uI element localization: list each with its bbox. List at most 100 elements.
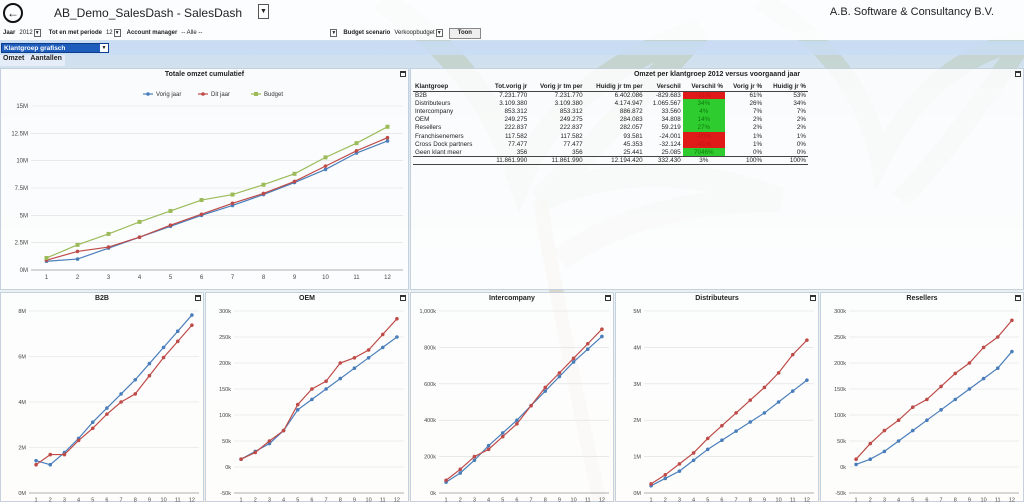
x-tick-label: 11: [995, 498, 1001, 502]
data-point: [76, 438, 81, 443]
data-point: [776, 371, 781, 375]
data-point: [472, 458, 477, 463]
distributeurs-chart-panel: Distributeurs 0M 1M 2M 3M 4M 5M 1 2 3 4 5 6 7 8 9 10 11 1…: [615, 292, 819, 502]
table-row: Franchisenemers 117.582 117.582 93.581 -24.0…: [413, 131, 808, 141]
data-point: [175, 329, 180, 334]
table-cell: 7.231.770: [554, 91, 583, 99]
klantgroep-select-value: Klantgroep grafisch: [4, 44, 66, 52]
data-point: [790, 352, 795, 357]
tab-omzet[interactable]: Omzet: [0, 55, 28, 66]
manager-label: Account manager: [126, 30, 178, 36]
table-cell: 33.560: [661, 107, 681, 115]
distributeurs-line-chart: 0M1M2M3M4M5M1 2 3 4 5 6 7 8 9 10 11 12: [633, 309, 814, 502]
x-tick-label: 4: [692, 498, 695, 502]
x-tick-label: 3: [883, 498, 886, 502]
data-point: [261, 191, 266, 196]
x-tick-label: 2: [49, 498, 52, 502]
data-point: [649, 482, 653, 486]
data-point: [995, 366, 1000, 370]
x-tick-label: 5: [296, 498, 299, 502]
table-cell: 853.312: [559, 107, 583, 115]
verschil-pct-cell: 4%: [682, 107, 725, 116]
table-row: Geen klant meer 356 356 25.441 25.085 7046% 0%…: [413, 148, 808, 157]
data-point: [75, 257, 80, 261]
x-tick-label: 1: [650, 498, 653, 502]
table-cell: 53%: [793, 91, 806, 99]
x-tick-label: 1: [35, 498, 38, 502]
budget-select[interactable]: Verkoopbudget: [394, 30, 434, 36]
data-point: [762, 385, 767, 390]
table-cell: 100%: [724, 155, 765, 166]
data-point: [953, 397, 958, 402]
data-point: [137, 235, 142, 239]
series-line: [46, 126, 388, 259]
y-tick-label: 100k: [219, 413, 231, 419]
table-header-cell: Klantgroep: [413, 82, 486, 92]
table-cell: 34.808: [661, 116, 681, 124]
klantgroep-select[interactable]: Klantgroep grafisch ▼: [1, 43, 109, 53]
data-point: [310, 387, 314, 391]
y-tick-label: 10M: [16, 159, 28, 165]
app-dropdown-button[interactable]: ▼: [258, 4, 269, 19]
tab-aantallen[interactable]: Aantallen: [27, 55, 65, 66]
y-tick-label: 300k: [834, 309, 846, 315]
data-point: [295, 408, 300, 412]
manager-dropdown-icon[interactable]: ▼: [330, 29, 338, 37]
periode-dropdown-icon[interactable]: ▼: [113, 29, 121, 37]
x-tick-label: 2: [459, 498, 462, 502]
data-point: [854, 457, 858, 461]
data-point: [119, 392, 123, 396]
data-point: [734, 429, 738, 433]
x-tick-label: 2: [869, 498, 872, 502]
table-cell: 249.275: [559, 116, 583, 124]
data-point: [34, 458, 38, 463]
data-point: [557, 371, 562, 375]
table-row: Distributeurs 3.109.380 3.109.380 4.174.947…: [413, 99, 808, 108]
data-point: [239, 457, 243, 461]
y-tick-label: 400k: [424, 418, 436, 424]
data-point: [677, 462, 682, 466]
b2b-chart-panel: B2B 0M 2M 4M 6M 8M 1 2 3 4 5 6 7 8 9 10 11 12: [0, 292, 204, 502]
y-tick-label: 3M: [633, 382, 641, 388]
y-tick-label: 0k: [430, 491, 436, 497]
table-cell: 222.837: [504, 124, 528, 132]
data-point: [90, 420, 95, 425]
table-cell: 77.477: [507, 140, 528, 148]
table-cell: 0%: [796, 148, 806, 156]
y-tick-label: 0M: [18, 491, 26, 497]
x-tick-label: 3: [63, 498, 66, 502]
verschil-pct-cell: 7046%: [682, 148, 725, 157]
intercompany-chart-panel: Intercompany 0k 200k 400k 600k 800k 1,000k 1 2 3…: [410, 292, 614, 502]
x-tick-label: 9: [968, 498, 971, 502]
table-cell: 356: [516, 148, 528, 156]
x-tick-label: 11: [790, 498, 796, 502]
data-point: [133, 377, 138, 382]
data-point: [323, 167, 328, 172]
data-point: [90, 426, 95, 431]
y-tick-label: 5M: [633, 309, 641, 315]
x-tick-label: 4: [77, 498, 80, 502]
series-line: [855, 351, 1013, 465]
y-tick-label: 600k: [424, 382, 436, 388]
toon-button[interactable]: Toon: [448, 27, 481, 39]
data-point: [161, 345, 166, 350]
table-cell: 886.872: [619, 107, 643, 115]
y-tick-label: 15M: [16, 104, 28, 110]
jaar-dropdown-icon[interactable]: ▼: [33, 29, 41, 37]
title-bar: ← AB_Demo_SalesDash - SalesDash ▼ A.B. S…: [0, 0, 1024, 26]
y-tick-label: 2M: [18, 446, 26, 452]
budget-dropdown-icon[interactable]: ▼: [435, 29, 443, 37]
series-line: [855, 319, 1013, 460]
x-tick-label: 1: [240, 498, 243, 502]
y-tick-label: 250k: [834, 335, 846, 341]
back-arrow-icon[interactable]: ←: [3, 3, 23, 23]
y-tick-label: 150k: [834, 387, 846, 393]
data-point: [585, 347, 590, 352]
jaar-select[interactable]: 2012: [19, 30, 32, 36]
table-cell: 100%: [764, 155, 808, 166]
manager-select[interactable]: -- Alle --: [181, 30, 329, 36]
x-tick-label: 3: [107, 275, 111, 281]
maximize-icon[interactable]: [1015, 71, 1021, 77]
chevron-down-icon[interactable]: ▼: [100, 44, 108, 52]
periode-select[interactable]: 12: [106, 30, 113, 36]
